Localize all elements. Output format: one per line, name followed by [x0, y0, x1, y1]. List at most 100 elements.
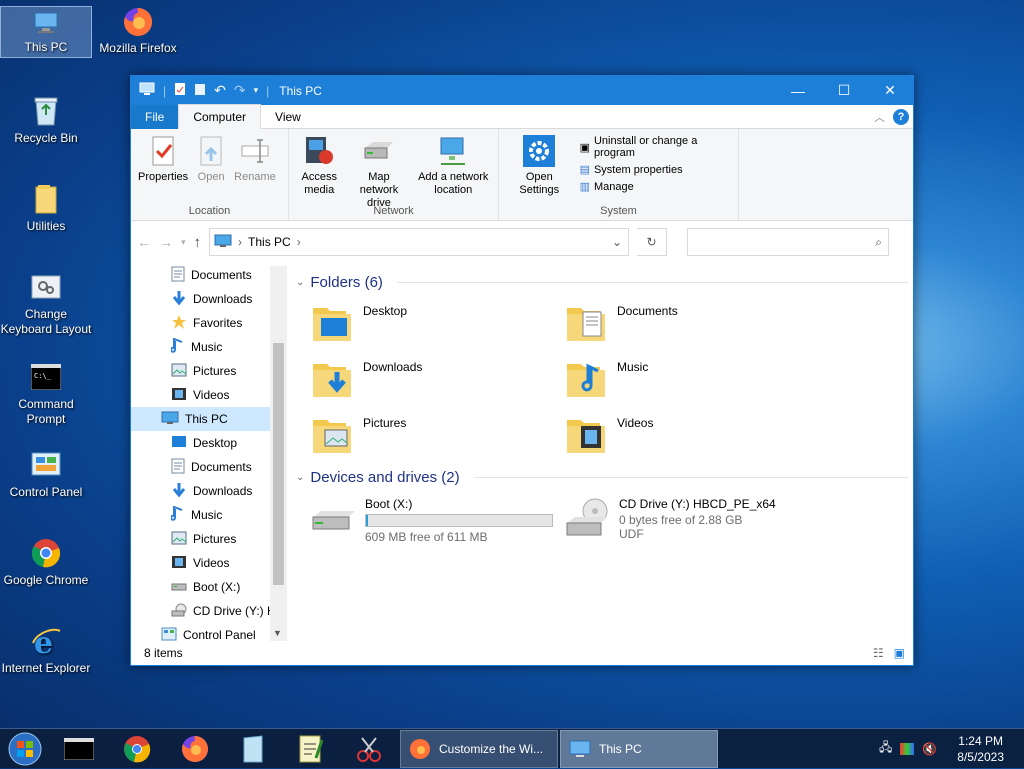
desktop-icon-command-prompt[interactable]: C:\_ Command Prompt [0, 360, 92, 427]
nav-item[interactable]: Videos [131, 551, 287, 575]
cd-drive-icon [565, 497, 611, 544]
tab-computer[interactable]: Computer [178, 104, 262, 129]
taskbar-chrome[interactable] [108, 729, 166, 769]
nav-item[interactable]: Downloads [131, 479, 287, 503]
uninstall-icon: ▣ [579, 141, 590, 154]
new-folder-quick-icon[interactable] [194, 82, 206, 99]
undo-icon[interactable]: ↶ [214, 82, 226, 99]
nav-item-label: This PC [185, 412, 228, 426]
taskbar-notepad[interactable] [224, 729, 282, 769]
forward-arrow-icon[interactable]: → [159, 234, 173, 250]
desktop-icon-internet-explorer[interactable]: e Internet Explorer [0, 624, 92, 676]
drives-section-header[interactable]: ⌄ Devices and drives (2) [296, 465, 908, 489]
display-icon[interactable] [900, 742, 915, 755]
volume-muted-icon[interactable]: 🔇 [922, 742, 937, 756]
nav-item[interactable]: Music [131, 503, 287, 527]
folder-item[interactable]: Documents [565, 302, 678, 349]
up-arrow-icon[interactable]: ↑ [194, 234, 202, 251]
nav-item[interactable]: Control Panel [131, 623, 287, 641]
redo-icon[interactable]: ↷ [234, 82, 246, 99]
cmd-icon: C:\_ [29, 360, 63, 394]
ribbon-tabs: File Computer View ︿ ? [131, 104, 913, 129]
nav-scrollbar-thumb[interactable] [273, 343, 284, 585]
network-icon[interactable]: 🖧 [879, 738, 892, 759]
nav-item[interactable]: Pictures [131, 359, 287, 383]
minimize-button[interactable]: — [775, 76, 821, 105]
minimize-ribbon-icon[interactable]: ︿ [874, 109, 885, 125]
taskbar: Customize the Wi... This PC 🖧 🔇 1:24 PM … [0, 728, 1024, 768]
search-input[interactable]: ⌕ [687, 228, 890, 256]
taskbar-snipping[interactable] [340, 729, 398, 769]
nav-item[interactable]: Documents [131, 266, 287, 287]
desktop-label: Utilities [26, 219, 66, 233]
help-icon[interactable]: ? [893, 109, 909, 125]
desktop-icon-utilities[interactable]: Utilities [0, 182, 92, 234]
taskbar-cmd[interactable] [50, 729, 108, 769]
folder-item[interactable]: Videos [565, 414, 653, 461]
status-bar: 8 items ☷ ▣ [131, 640, 913, 665]
desktop-icon-firefox[interactable]: Mozilla Firefox [92, 6, 184, 56]
nav-item[interactable]: Downloads [131, 287, 287, 311]
folder-item[interactable]: Desktop [311, 302, 407, 349]
taskbar-firefox[interactable] [166, 729, 224, 769]
nav-item[interactable]: Videos [131, 383, 287, 407]
nav-item[interactable]: Pictures [131, 527, 287, 551]
desktop-label: Command Prompt [18, 397, 74, 426]
scroll-down-icon[interactable]: ▼ [273, 628, 282, 638]
system-properties-button[interactable]: ▤ System properties [580, 163, 734, 177]
nav-item[interactable]: Desktop [131, 431, 287, 455]
start-button[interactable] [0, 729, 50, 769]
drive-item-boot[interactable]: Boot (X:) 609 MB free of 611 MB [311, 497, 553, 544]
this-pc-icon [139, 82, 155, 99]
desktop-icon-control-panel[interactable]: Control Panel [0, 448, 92, 500]
folder-item[interactable]: Downloads [311, 358, 422, 405]
keyboard-icon [29, 270, 63, 304]
nav-item[interactable]: Documents [131, 455, 287, 479]
refresh-icon: ↻ [646, 235, 657, 249]
breadcrumb[interactable]: This PC [248, 235, 291, 249]
details-view-icon[interactable]: ☷ [873, 646, 884, 660]
customize-qa-icon[interactable]: ▾ [254, 85, 259, 96]
folder-item[interactable]: Pictures [311, 414, 406, 461]
properties-quick-icon[interactable] [174, 82, 186, 99]
folder-item[interactable]: Music [565, 358, 648, 405]
manage-button[interactable]: ▥ Manage [580, 180, 734, 194]
tab-view[interactable]: View [261, 105, 315, 129]
taskbar-editor[interactable] [282, 729, 340, 769]
folder-icon [29, 182, 63, 216]
address-bar[interactable]: › This PC › ⌄ [209, 228, 630, 256]
desktop-icon-chrome[interactable]: Google Chrome [0, 536, 92, 588]
clock[interactable]: 1:24 PM 8/5/2023 [957, 733, 1004, 765]
uninstall-program-button[interactable]: ▣ Uninstall or change a program [580, 135, 734, 159]
collapse-chevron-icon: ⌄ [296, 471, 305, 483]
nav-item[interactable]: This PC [131, 407, 287, 431]
taskbar-window-this-pc[interactable]: This PC [560, 729, 718, 768]
drive-item-cd[interactable]: CD Drive (Y:) HBCD_PE_x64 0 bytes free o… [565, 497, 776, 544]
nav-item-label: Boot (X:) [193, 580, 241, 594]
nav-item[interactable]: Favorites [131, 311, 287, 335]
drive-usage-bar [365, 514, 553, 527]
nav-item[interactable]: Music [131, 335, 287, 359]
taskbar-window-label: This PC [599, 741, 642, 756]
taskbar-window-firefox[interactable]: Customize the Wi... [400, 729, 558, 768]
desktop-icon-this-pc[interactable]: This PC [0, 6, 92, 58]
folders-section-header[interactable]: ⌄ Folders (6) [296, 270, 908, 294]
desktop-icon-recycle-bin[interactable]: Recycle Bin [0, 94, 92, 146]
item-count: 8 items [144, 645, 183, 660]
recent-locations-icon[interactable]: ▾ [181, 237, 186, 248]
large-icons-view-icon[interactable]: ▣ [894, 646, 905, 660]
folder-icon [565, 302, 609, 349]
address-dropdown-icon[interactable]: ⌄ [612, 235, 628, 249]
drive-name: Boot (X:) [365, 497, 413, 511]
close-button[interactable]: ✕ [867, 76, 913, 105]
desktop-label: Change Keyboard Layout [0, 307, 92, 336]
nav-item[interactable]: CD Drive (Y:) H [131, 599, 287, 623]
back-arrow-icon[interactable]: ← [137, 234, 151, 250]
drive-usage-fill [366, 515, 368, 526]
desktop-icon-keyboard-layout[interactable]: Change Keyboard Layout [0, 270, 92, 337]
refresh-button[interactable]: ↻ [637, 228, 668, 256]
nav-item[interactable]: Boot (X:) [131, 575, 287, 599]
tab-file[interactable]: File [131, 104, 179, 129]
content-pane: ⌄ Folders (6) Desktop Documents Downloads M… [296, 266, 911, 641]
maximize-button[interactable]: ☐ [821, 76, 867, 105]
